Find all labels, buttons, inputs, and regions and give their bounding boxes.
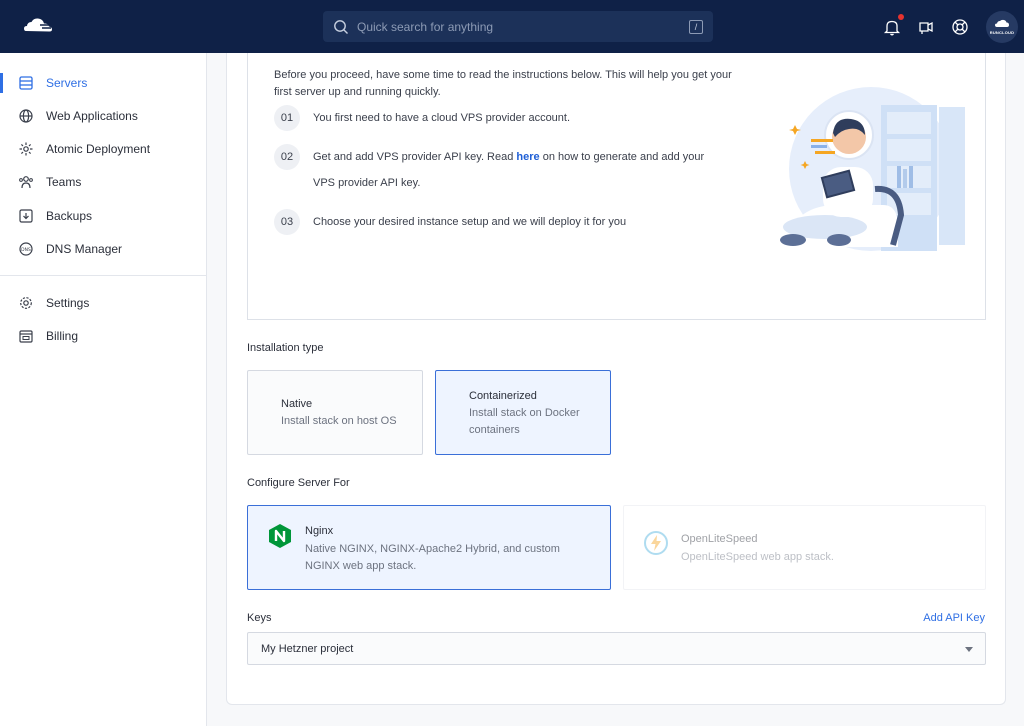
- sidebar-item-label: Teams: [46, 175, 82, 189]
- announcement-icon[interactable]: [916, 17, 936, 37]
- step-text: Choose your desired instance setup and w…: [313, 216, 627, 228]
- step-number: 03: [274, 209, 300, 235]
- notification-dot: [898, 13, 904, 20]
- stack-option-openlitespeed[interactable]: OpenLiteSpeed OpenLiteSpeed web app stac…: [623, 505, 986, 590]
- option-title: Nginx: [305, 525, 334, 537]
- step-number: 02: [274, 144, 300, 170]
- sidebar-item-backups[interactable]: Backups: [0, 200, 206, 232]
- option-description: OpenLiteSpeed web app stack.: [681, 551, 834, 563]
- option-title: Native: [281, 398, 313, 410]
- sidebar-item-label: Billing: [46, 329, 79, 343]
- dns-icon: DNS: [18, 241, 34, 257]
- teams-icon: [18, 174, 34, 190]
- avatar-label: RUNCLOUD: [989, 29, 1015, 35]
- option-description: Install stack on Docker containers: [469, 407, 580, 436]
- sidebar-item-web-applications[interactable]: Web Applications: [0, 100, 206, 132]
- instruction-step: 01 You first need to have a cloud VPS pr…: [274, 105, 723, 131]
- stack-option-nginx[interactable]: Nginx Native NGINX, NGINX-Apache2 Hybrid…: [247, 505, 611, 590]
- billing-icon: [18, 328, 34, 344]
- option-title: OpenLiteSpeed: [681, 533, 758, 545]
- sidebar-item-servers[interactable]: Servers: [0, 67, 206, 99]
- instructions-panel: Before you proceed, have some time to re…: [247, 53, 986, 320]
- create-server-form: Before you proceed, have some time to re…: [226, 53, 1006, 705]
- runcloud-logo-icon[interactable]: [20, 14, 56, 38]
- nginx-icon: [269, 524, 291, 548]
- sidebar-item-billing[interactable]: Billing: [0, 320, 206, 352]
- sidebar-item-atomic-deployment[interactable]: Atomic Deployment: [0, 133, 206, 165]
- installation-option-native[interactable]: Native Install stack on host OS: [247, 370, 423, 455]
- sidebar-item-label: Atomic Deployment: [46, 142, 151, 156]
- configure-server-label: Configure Server For: [247, 477, 350, 489]
- instructions-here-link[interactable]: here: [516, 151, 539, 163]
- sidebar-item-teams[interactable]: Teams: [0, 166, 206, 198]
- top-icons: RUNCLOUD: [882, 0, 1024, 53]
- search-shortcut-key: /: [689, 19, 703, 34]
- chevron-down-icon: [965, 647, 973, 652]
- globe-icon: [18, 108, 34, 124]
- option-description: Native NGINX, NGINX-Apache2 Hybrid, and …: [305, 543, 560, 572]
- sidebar-item-settings[interactable]: Settings: [0, 287, 206, 319]
- avatar-cloud-icon: [995, 19, 1009, 27]
- servers-icon: [18, 75, 34, 91]
- step-text-part: Get and add VPS provider API key. Read: [313, 151, 517, 163]
- backup-icon: [18, 208, 34, 224]
- option-description: Install stack on host OS: [281, 415, 397, 427]
- svg-text:DNS: DNS: [21, 247, 31, 253]
- sidebar-item-label: Backups: [46, 209, 93, 223]
- api-key-select[interactable]: My Hetzner project: [247, 632, 986, 665]
- selected-api-key: My Hetzner project: [261, 642, 354, 655]
- sidebar-divider: [0, 275, 206, 276]
- step-number: 01: [274, 105, 300, 131]
- search-bar[interactable]: /: [323, 11, 713, 42]
- sidebar-item-label: DNS Manager: [46, 242, 123, 256]
- top-bar: / RUNCLO: [0, 0, 1024, 53]
- help-lifebuoy-icon[interactable]: [950, 17, 970, 37]
- step-text: Get and add VPS provider API key. Read h…: [313, 144, 723, 196]
- instruction-step: 02 Get and add VPS provider API key. Rea…: [274, 144, 723, 196]
- notification-bell-icon[interactable]: [882, 13, 904, 37]
- add-api-key-link[interactable]: Add API Key: [923, 612, 985, 624]
- option-title: Containerized: [469, 390, 537, 402]
- astronaut-reading-illustration: [780, 87, 965, 251]
- intro-text: Before you proceed, have some time to re…: [274, 69, 732, 98]
- search-icon: [334, 19, 348, 34]
- user-avatar[interactable]: RUNCLOUD: [986, 10, 1018, 43]
- installation-type-label: Installation type: [247, 342, 324, 354]
- step-text: You first need to have a cloud VPS provi…: [313, 112, 571, 124]
- instruction-step: 03 Choose your desired instance setup an…: [274, 209, 723, 235]
- sidebar: Servers Web Applications Atomic Deployme…: [0, 53, 207, 726]
- gear-icon: [18, 295, 34, 311]
- sidebar-item-label: Servers: [46, 76, 88, 90]
- atom-icon: [18, 141, 34, 157]
- litespeed-icon: [644, 531, 668, 555]
- keys-label: Keys: [247, 612, 272, 624]
- sidebar-item-dns-manager[interactable]: DNS DNS Manager: [0, 233, 206, 265]
- search-input[interactable]: [357, 19, 689, 34]
- sidebar-item-label: Settings: [46, 296, 90, 310]
- sidebar-item-label: Web Applications: [46, 109, 138, 123]
- installation-option-containerized[interactable]: Containerized Install stack on Docker co…: [435, 370, 611, 455]
